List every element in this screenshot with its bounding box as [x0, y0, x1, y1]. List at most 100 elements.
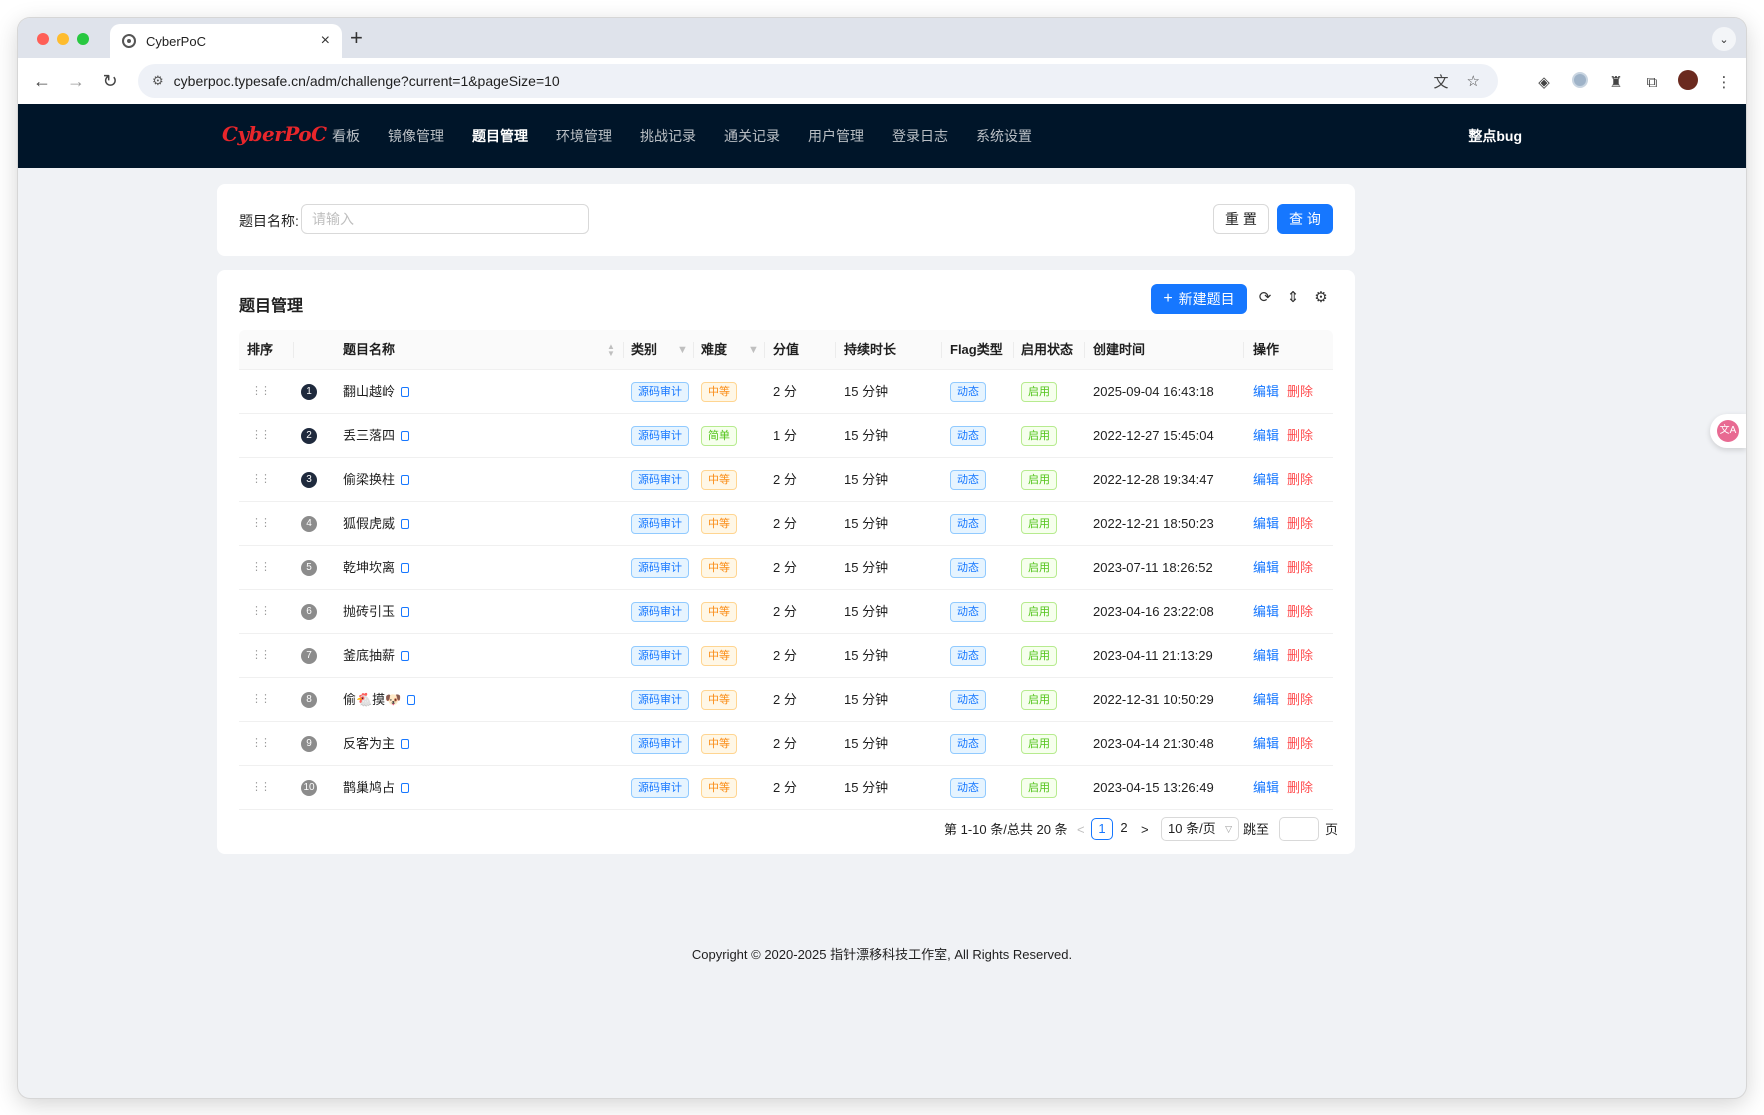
copy-icon[interactable] — [401, 519, 410, 529]
copy-icon[interactable] — [407, 695, 416, 705]
nav-item-3[interactable]: 环境管理 — [542, 126, 626, 146]
edit-link[interactable]: 编辑 — [1253, 590, 1279, 634]
density-icon[interactable]: ⇕ — [1285, 288, 1301, 306]
bookmark-star-icon[interactable]: ☆ — [1467, 72, 1480, 90]
edit-link[interactable]: 编辑 — [1253, 502, 1279, 546]
drag-handle-icon[interactable]: ⋮⋮ — [251, 606, 271, 617]
challenge-name: 狐假虎威 — [343, 516, 396, 531]
drag-handle-icon[interactable]: ⋮⋮ — [251, 386, 271, 397]
category-tag: 源码审计 — [631, 558, 689, 578]
translate-icon[interactable]: 文 — [1434, 71, 1449, 92]
nav-item-6[interactable]: 用户管理 — [794, 126, 878, 146]
forward-icon[interactable]: → — [66, 71, 86, 92]
drag-handle-icon[interactable]: ⋮⋮ — [251, 430, 271, 441]
site-settings-icon[interactable]: ⚙ — [152, 73, 164, 89]
copy-icon[interactable] — [401, 431, 410, 441]
page-1[interactable]: 1 — [1091, 818, 1113, 840]
delete-link[interactable]: 删除 — [1287, 546, 1313, 590]
delete-link[interactable]: 删除 — [1287, 766, 1313, 810]
drag-handle-icon[interactable]: ⋮⋮ — [251, 562, 271, 573]
url-text[interactable]: cyberpoc.typesafe.cn/adm/challenge?curre… — [174, 73, 1434, 89]
copy-icon[interactable] — [401, 563, 410, 573]
reload-icon[interactable]: ↻ — [100, 71, 120, 92]
query-button[interactable]: 查 询 — [1277, 204, 1333, 234]
tab-close-icon[interactable]: × — [321, 32, 330, 50]
jump-page-input[interactable] — [1279, 817, 1319, 841]
back-icon[interactable]: ← — [32, 71, 52, 92]
logo[interactable]: CyberPoC — [222, 122, 327, 146]
edit-link[interactable]: 编辑 — [1253, 458, 1279, 502]
edit-link[interactable]: 编辑 — [1253, 370, 1279, 414]
settings-gear-icon[interactable]: ⚙ — [1313, 288, 1329, 306]
edit-link[interactable]: 编辑 — [1253, 546, 1279, 590]
prev-page-icon[interactable]: < — [1077, 818, 1085, 842]
profile-avatar[interactable] — [1678, 70, 1698, 94]
edit-link[interactable]: 编辑 — [1253, 722, 1279, 766]
status-tag: 启用 — [1021, 646, 1057, 666]
drag-handle-icon[interactable]: ⋮⋮ — [251, 518, 271, 529]
edit-link[interactable]: 编辑 — [1253, 766, 1279, 810]
menu-dots-icon[interactable]: ⋮ — [1714, 73, 1734, 91]
user-menu[interactable]: 整点bug — [1468, 126, 1522, 146]
drag-handle-icon[interactable]: ⋮⋮ — [251, 738, 271, 749]
drag-handle-icon[interactable]: ⋮⋮ — [251, 694, 271, 705]
nav-item-4[interactable]: 挑战记录 — [626, 126, 710, 146]
close-window-button[interactable] — [37, 33, 49, 45]
column-divider — [693, 342, 694, 358]
column-divider — [623, 342, 624, 358]
puzzle-icon[interactable]: ⧉ — [1642, 74, 1662, 91]
new-challenge-button[interactable]: + 新建题目 — [1151, 284, 1247, 314]
edit-link[interactable]: 编辑 — [1253, 678, 1279, 722]
extension-circle-icon[interactable] — [1570, 72, 1590, 92]
address-bar[interactable]: ⚙ cyberpoc.typesafe.cn/adm/challenge?cur… — [138, 64, 1498, 98]
drag-handle-icon[interactable]: ⋮⋮ — [251, 650, 271, 661]
maximize-window-button[interactable] — [77, 33, 89, 45]
delete-link[interactable]: 删除 — [1287, 678, 1313, 722]
copy-icon[interactable] — [401, 651, 410, 661]
extension-icon[interactable]: ◈ — [1534, 73, 1554, 91]
status-tag: 启用 — [1021, 690, 1057, 710]
drag-handle-icon[interactable]: ⋮⋮ — [251, 474, 271, 485]
browser-tab[interactable]: CyberPoC × — [110, 24, 342, 58]
new-tab-button[interactable]: + — [350, 26, 363, 50]
difficulty-filter-icon[interactable]: ▼ — [748, 330, 759, 370]
delete-link[interactable]: 删除 — [1287, 414, 1313, 458]
tab-search-icon[interactable]: ⌄ — [1712, 27, 1736, 51]
copy-icon[interactable] — [401, 387, 410, 397]
sort-caret-icon[interactable]: ▲ ▼ — [607, 343, 615, 358]
nav-item-2[interactable]: 题目管理 — [458, 126, 542, 146]
minimize-window-button[interactable] — [57, 33, 69, 45]
challenge-name: 釜底抽薪 — [343, 648, 396, 663]
copy-icon[interactable] — [401, 739, 410, 749]
copy-icon[interactable] — [401, 607, 410, 617]
edit-link[interactable]: 编辑 — [1253, 634, 1279, 678]
next-page-icon[interactable]: > — [1141, 818, 1149, 842]
floating-translate-button[interactable]: 文A — [1710, 414, 1746, 448]
delete-link[interactable]: 删除 — [1287, 722, 1313, 766]
category-tag: 源码审计 — [631, 382, 689, 402]
page-size-select[interactable]: 10 条/页 ▽ — [1161, 817, 1239, 841]
edit-link[interactable]: 编辑 — [1253, 414, 1279, 458]
nav-item-8[interactable]: 系统设置 — [962, 126, 1046, 146]
delete-link[interactable]: 删除 — [1287, 634, 1313, 678]
nav-item-1[interactable]: 镜像管理 — [374, 126, 458, 146]
delete-link[interactable]: 删除 — [1287, 370, 1313, 414]
delete-link[interactable]: 删除 — [1287, 458, 1313, 502]
page-2[interactable]: 2 — [1113, 818, 1135, 840]
copy-icon[interactable] — [401, 783, 410, 793]
nav-item-0[interactable]: 看板 — [318, 126, 374, 146]
refresh-icon[interactable]: ⟳ — [1257, 288, 1273, 306]
reset-button[interactable]: 重 置 — [1213, 204, 1269, 234]
delete-link[interactable]: 删除 — [1287, 590, 1313, 634]
drag-handle-icon[interactable]: ⋮⋮ — [251, 782, 271, 793]
col-name[interactable]: 题目名称 — [343, 330, 395, 370]
delete-link[interactable]: 删除 — [1287, 502, 1313, 546]
copy-icon[interactable] — [401, 475, 410, 485]
extension-shirt-icon[interactable]: ♜ — [1606, 73, 1626, 91]
duration-cell: 15 分钟 — [844, 560, 889, 575]
category-filter-icon[interactable]: ▼ — [677, 330, 688, 370]
nav-item-7[interactable]: 登录日志 — [878, 126, 962, 146]
nav-item-5[interactable]: 通关记录 — [710, 126, 794, 146]
challenge-name: 翻山越岭 — [343, 384, 396, 399]
name-search-input[interactable] — [301, 204, 589, 234]
